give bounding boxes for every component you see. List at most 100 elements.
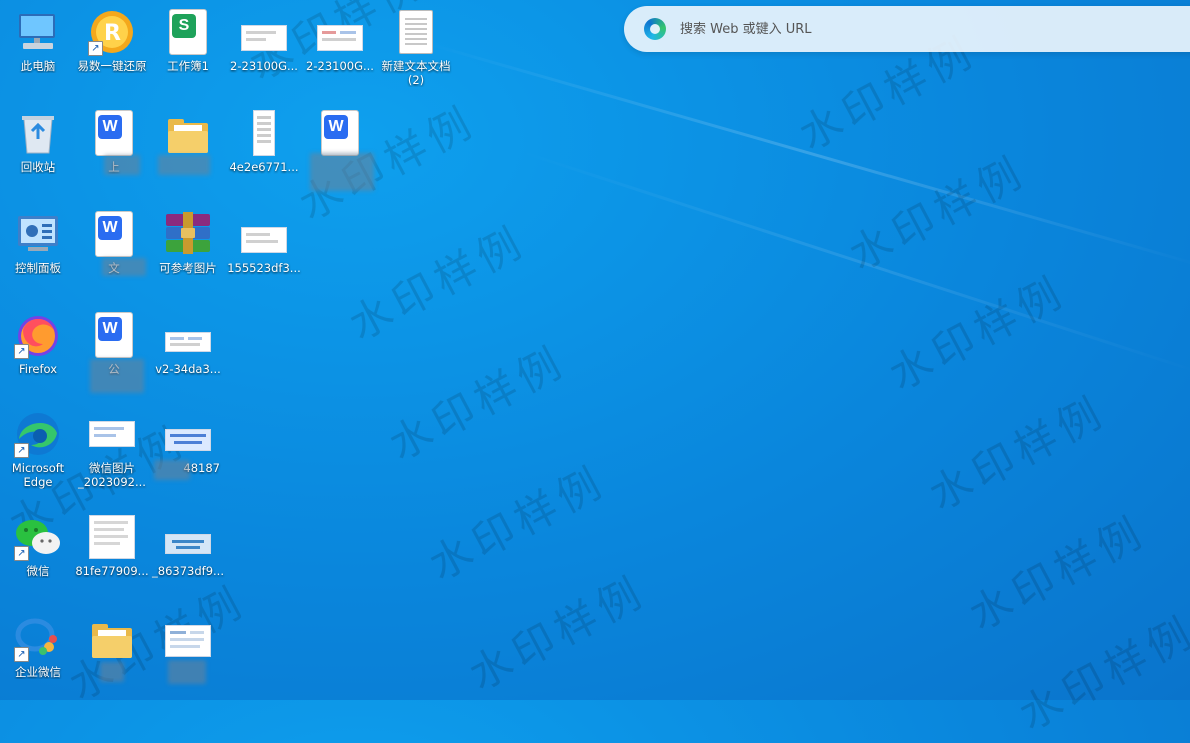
icon-label: _86373df9... xyxy=(152,564,224,578)
watermark: 水印样例 xyxy=(881,266,1074,400)
icon-label: 控制面板 xyxy=(15,261,61,275)
desktop-icon-new-text-doc[interactable]: 新建文本文档 (2) xyxy=(378,2,454,92)
text-document-icon xyxy=(392,8,440,56)
desktop-icon-file-4e2[interactable]: 4e2e6771... xyxy=(226,103,302,193)
wps-writer-icon: W xyxy=(90,210,138,258)
icon-label: 微信图片_2023092... xyxy=(78,461,146,489)
desktop-icon-img-86373[interactable]: _86373df9... xyxy=(150,507,226,597)
desktop-icon-wechat[interactable]: ↗ 微信 xyxy=(0,507,76,597)
icon-label: 4e2e6771... xyxy=(229,160,299,174)
icon-label: 81fe77909... xyxy=(75,564,149,578)
icon-label: 155523df3... xyxy=(227,261,301,275)
desktop-icon-doc-wen[interactable]: W 文 xyxy=(76,204,152,294)
desktop-icon-img-v2[interactable]: v2-34da3... xyxy=(150,305,226,395)
desktop-icon-control-panel[interactable]: 控制面板 xyxy=(0,204,76,294)
image-thumbnail-icon xyxy=(88,410,136,458)
wechat-icon: ↗ xyxy=(14,513,62,561)
firefox-icon: ↗ xyxy=(14,311,62,359)
redacted-area xyxy=(104,155,140,175)
recycle-bin-icon xyxy=(14,109,62,157)
wps-writer-icon: W xyxy=(90,109,138,157)
wps-writer-icon: W xyxy=(316,109,364,157)
desktop-icon-edge[interactable]: ↗ Microsoft Edge xyxy=(0,404,76,494)
svg-text:R: R xyxy=(104,21,121,46)
desktop-icon-img-48187[interactable]: 48187 xyxy=(150,404,226,494)
icon-label: 新建文本文档 (2) xyxy=(381,59,451,87)
restore-app-icon: R ↗ xyxy=(88,8,136,56)
shortcut-arrow-icon: ↗ xyxy=(88,41,103,56)
icon-label: 2-23100G... xyxy=(306,59,374,73)
shortcut-arrow-icon: ↗ xyxy=(14,443,29,458)
desktop-icon-workbook[interactable]: S 工作簿1 xyxy=(150,2,226,92)
redacted-area xyxy=(102,258,146,276)
icon-label: 企业微信 xyxy=(15,665,61,679)
icon-label: 此电脑 xyxy=(20,59,56,73)
image-thumbnail-icon xyxy=(164,513,212,561)
desktop-icon-img2[interactable]: 2-23100G... xyxy=(302,2,378,92)
desktop-icon-img-bottom[interactable] xyxy=(150,608,226,698)
image-thumbnail-icon xyxy=(240,8,288,56)
icon-label: 2-23100G... xyxy=(230,59,298,73)
desktop-icon-firefox[interactable]: ↗ Firefox xyxy=(0,305,76,395)
icon-label: v2-34da3... xyxy=(155,362,221,376)
desktop-icon-img-155[interactable]: 155523df3... xyxy=(226,204,302,294)
icon-label: 可参考图片 xyxy=(159,261,217,275)
wps-writer-icon: W xyxy=(90,311,138,359)
image-thumbnail-icon xyxy=(164,311,212,359)
search-input[interactable] xyxy=(678,20,1182,38)
desktop-icon-rar[interactable]: 可参考图片 xyxy=(150,204,226,294)
desktop-icon-doc-shang[interactable]: W 上 xyxy=(76,103,152,193)
desktop-icon-folder[interactable] xyxy=(150,103,226,193)
desktop-icon-doc-wps2[interactable]: W xyxy=(302,103,378,193)
desktop-icon-wechat-image[interactable]: 微信图片_2023092... xyxy=(74,404,150,494)
image-thumbnail-icon xyxy=(316,8,364,56)
watermark: 水印样例 xyxy=(921,386,1114,520)
control-panel-icon xyxy=(14,210,62,258)
desktop-icon-recycle-bin[interactable]: 回收站 xyxy=(0,103,76,193)
redacted-area xyxy=(90,359,144,393)
watermark: 水印样例 xyxy=(461,566,654,700)
shortcut-arrow-icon: ↗ xyxy=(14,546,29,561)
edge-search-bar[interactable] xyxy=(624,6,1190,52)
shortcut-arrow-icon: ↗ xyxy=(14,647,29,662)
winrar-archive-icon xyxy=(164,210,212,258)
icon-label: 工作簿1 xyxy=(167,59,209,73)
icon-label: Microsoft Edge xyxy=(11,461,65,489)
shortcut-arrow-icon: ↗ xyxy=(14,344,29,359)
wallpaper-streak xyxy=(519,150,1190,376)
redacted-area xyxy=(168,660,206,684)
desktop-icon-img1[interactable]: 2-23100G... xyxy=(226,2,302,92)
desktop-icon-folder-bottom[interactable] xyxy=(74,608,150,698)
image-thumbnail-icon xyxy=(240,109,288,157)
redacted-area xyxy=(158,155,210,175)
icon-label: 易数一键还原 xyxy=(77,59,147,73)
watermark: 水印样例 xyxy=(1011,606,1190,740)
desktop-icon-img-81fe[interactable]: 81fe77909... xyxy=(74,507,150,597)
folder-icon xyxy=(88,614,136,662)
icon-label: Firefox xyxy=(18,362,58,376)
desktop-icon-doc-gong[interactable]: W 公 xyxy=(76,305,152,395)
desktop-icon-this-pc[interactable]: 此电脑 xyxy=(0,2,76,92)
image-thumbnail-icon xyxy=(164,410,212,458)
redacted-area xyxy=(100,662,124,682)
wps-spreadsheet-icon: S xyxy=(164,8,212,56)
watermark: 水印样例 xyxy=(341,216,534,350)
icon-label: 回收站 xyxy=(20,160,56,174)
image-thumbnail-icon xyxy=(88,513,136,561)
computer-icon xyxy=(14,8,62,56)
desktop-icon-wecom[interactable]: ↗ 企业微信 xyxy=(0,608,76,698)
image-thumbnail-icon xyxy=(240,210,288,258)
image-thumbnail-icon xyxy=(164,614,212,662)
watermark: 水印样例 xyxy=(381,336,574,470)
edge-icon: ↗ xyxy=(14,410,62,458)
icon-label: 微信 xyxy=(26,564,50,578)
wecom-icon: ↗ xyxy=(14,614,62,662)
folder-icon xyxy=(164,109,212,157)
watermark: 水印样例 xyxy=(421,456,614,590)
watermark: 水印样例 xyxy=(961,506,1154,640)
redacted-area xyxy=(154,460,190,480)
redacted-area xyxy=(310,153,374,191)
watermark: 水印样例 xyxy=(841,146,1034,280)
desktop-icon-yishu[interactable]: R ↗ 易数一键还原 xyxy=(74,2,150,92)
wallpaper-streak xyxy=(419,40,1190,269)
